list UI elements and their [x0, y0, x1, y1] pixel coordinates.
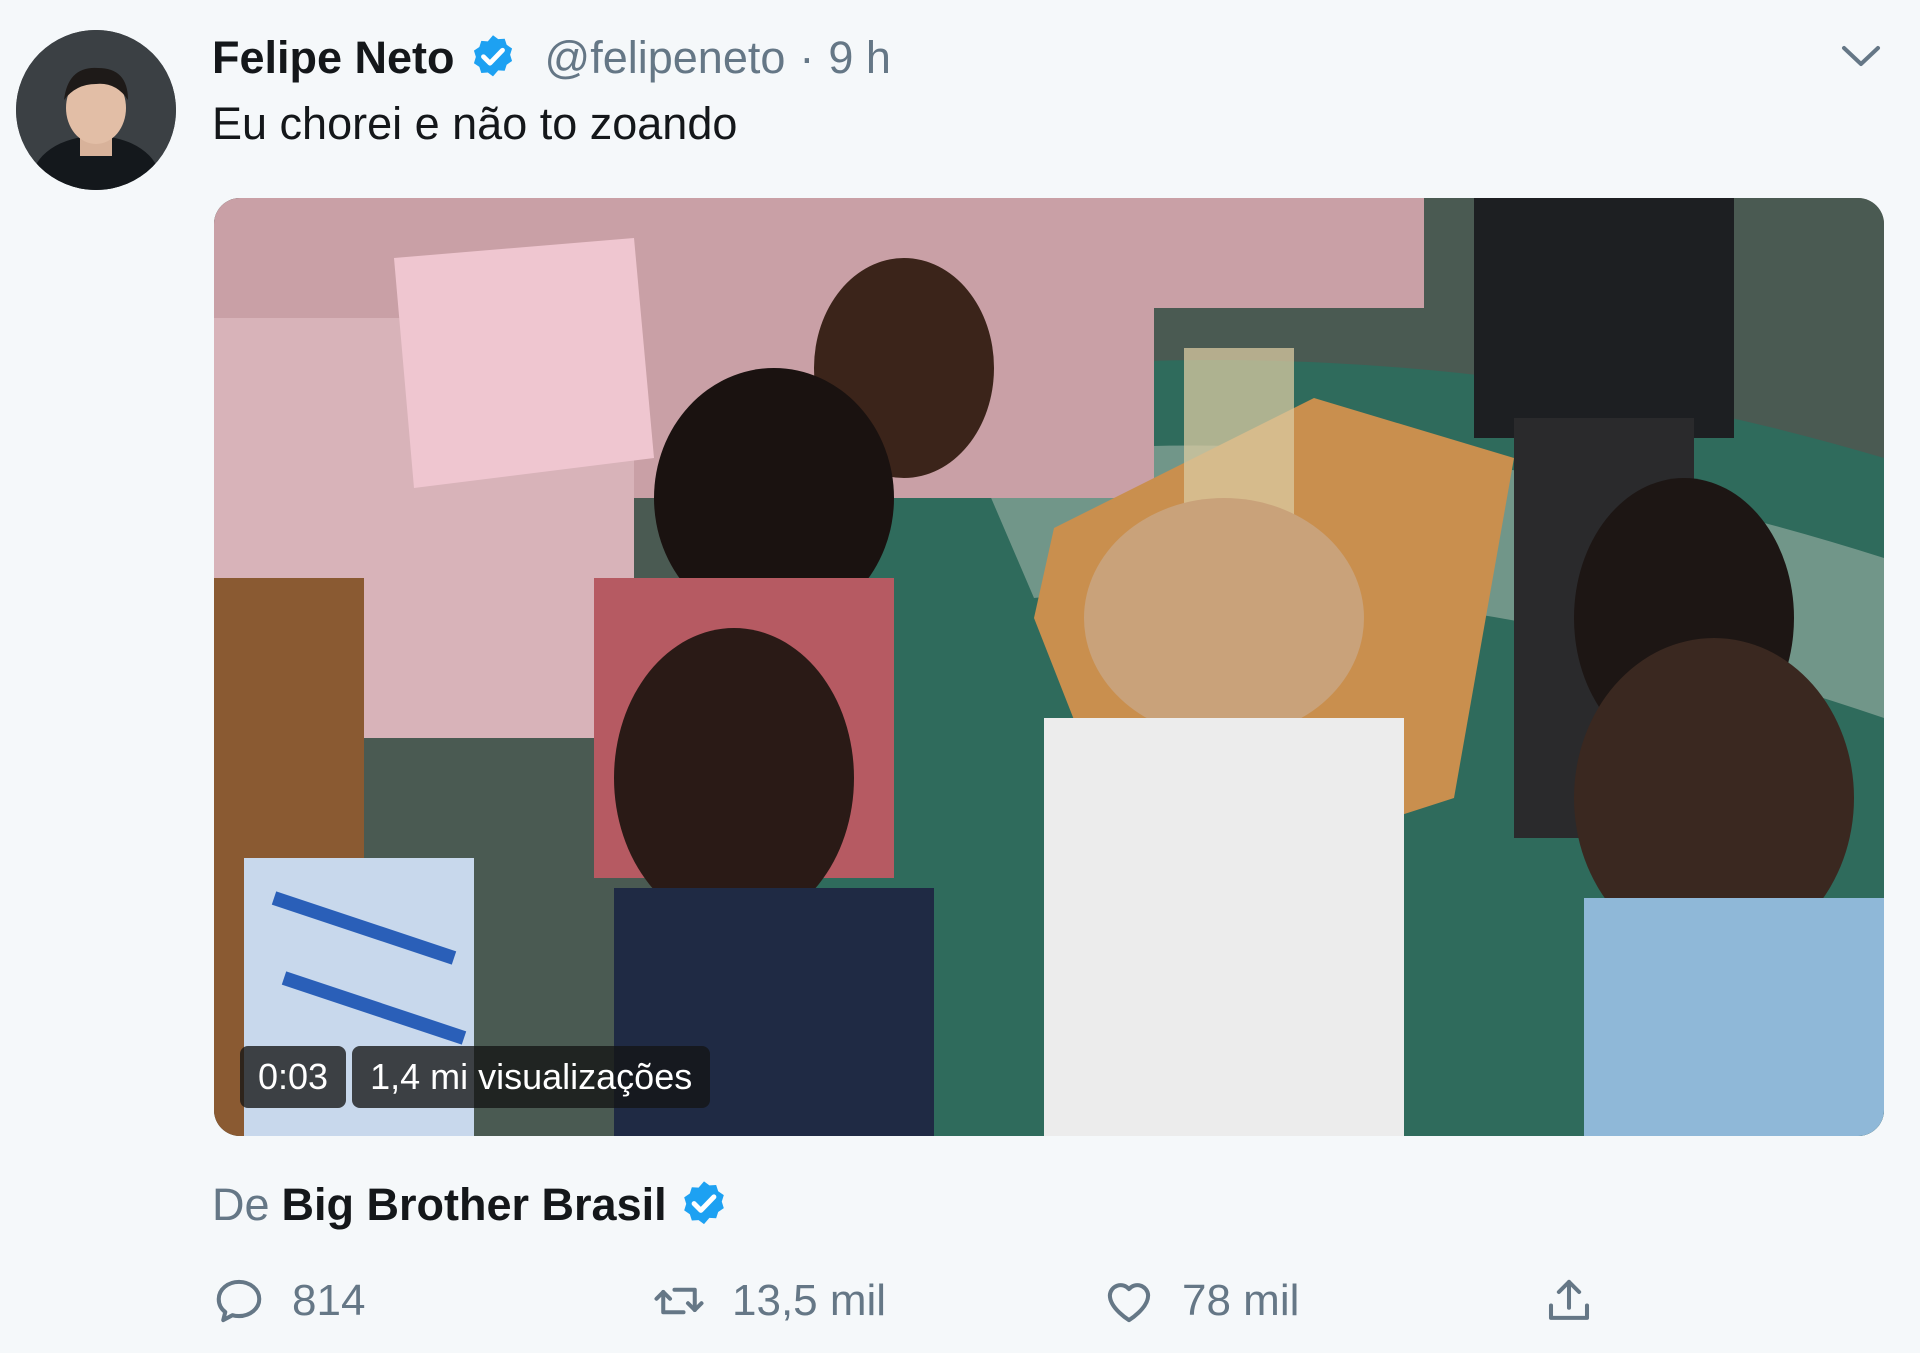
separator-dot: ·: [799, 32, 815, 83]
video-thumbnail: [214, 198, 1884, 1136]
attribution-prefix: De: [212, 1179, 270, 1230]
video-views: 1,4 mi visualizações: [352, 1046, 711, 1108]
tweet-actions: 814 13,5 mil 78 mil: [212, 1266, 1612, 1336]
avatar[interactable]: [16, 30, 176, 190]
video-duration: 0:03: [240, 1046, 347, 1108]
author-handle[interactable]: @felipeneto: [545, 32, 786, 84]
video-overlay: 0:03 1,4 mi visualizações: [240, 1046, 711, 1108]
verified-badge-icon: [677, 1178, 731, 1232]
share-button[interactable]: [1542, 1266, 1596, 1336]
tweet-timestamp[interactable]: 9 h: [828, 32, 891, 84]
reply-count: 814: [292, 1276, 366, 1325]
like-button[interactable]: 78 mil: [1102, 1266, 1299, 1336]
reply-button[interactable]: 814: [212, 1266, 365, 1336]
retweet-button[interactable]: 13,5 mil: [652, 1266, 886, 1336]
chevron-down-icon[interactable]: [1840, 42, 1882, 70]
heart-icon: [1102, 1274, 1156, 1328]
verified-badge-icon: [467, 32, 519, 84]
author-display-name[interactable]: Felipe Neto: [212, 32, 455, 84]
share-icon: [1542, 1274, 1596, 1328]
reply-icon: [212, 1274, 266, 1328]
avatar-image: [16, 30, 176, 190]
retweet-count: 13,5 mil: [732, 1276, 887, 1325]
tweet-text: Eu chorei e não to zoando: [212, 98, 738, 149]
media-attribution: De Big Brother Brasil: [212, 1172, 731, 1238]
video-player[interactable]: 0:03 1,4 mi visualizações: [214, 198, 1884, 1136]
like-count: 78 mil: [1182, 1276, 1300, 1325]
tweet-card[interactable]: Felipe Neto @felipeneto · 9 h Eu chorei …: [0, 0, 1920, 1353]
tweet-header: Felipe Neto @felipeneto · 9 h: [212, 28, 891, 88]
attribution-source[interactable]: Big Brother Brasil: [282, 1179, 667, 1231]
retweet-icon: [652, 1274, 706, 1328]
